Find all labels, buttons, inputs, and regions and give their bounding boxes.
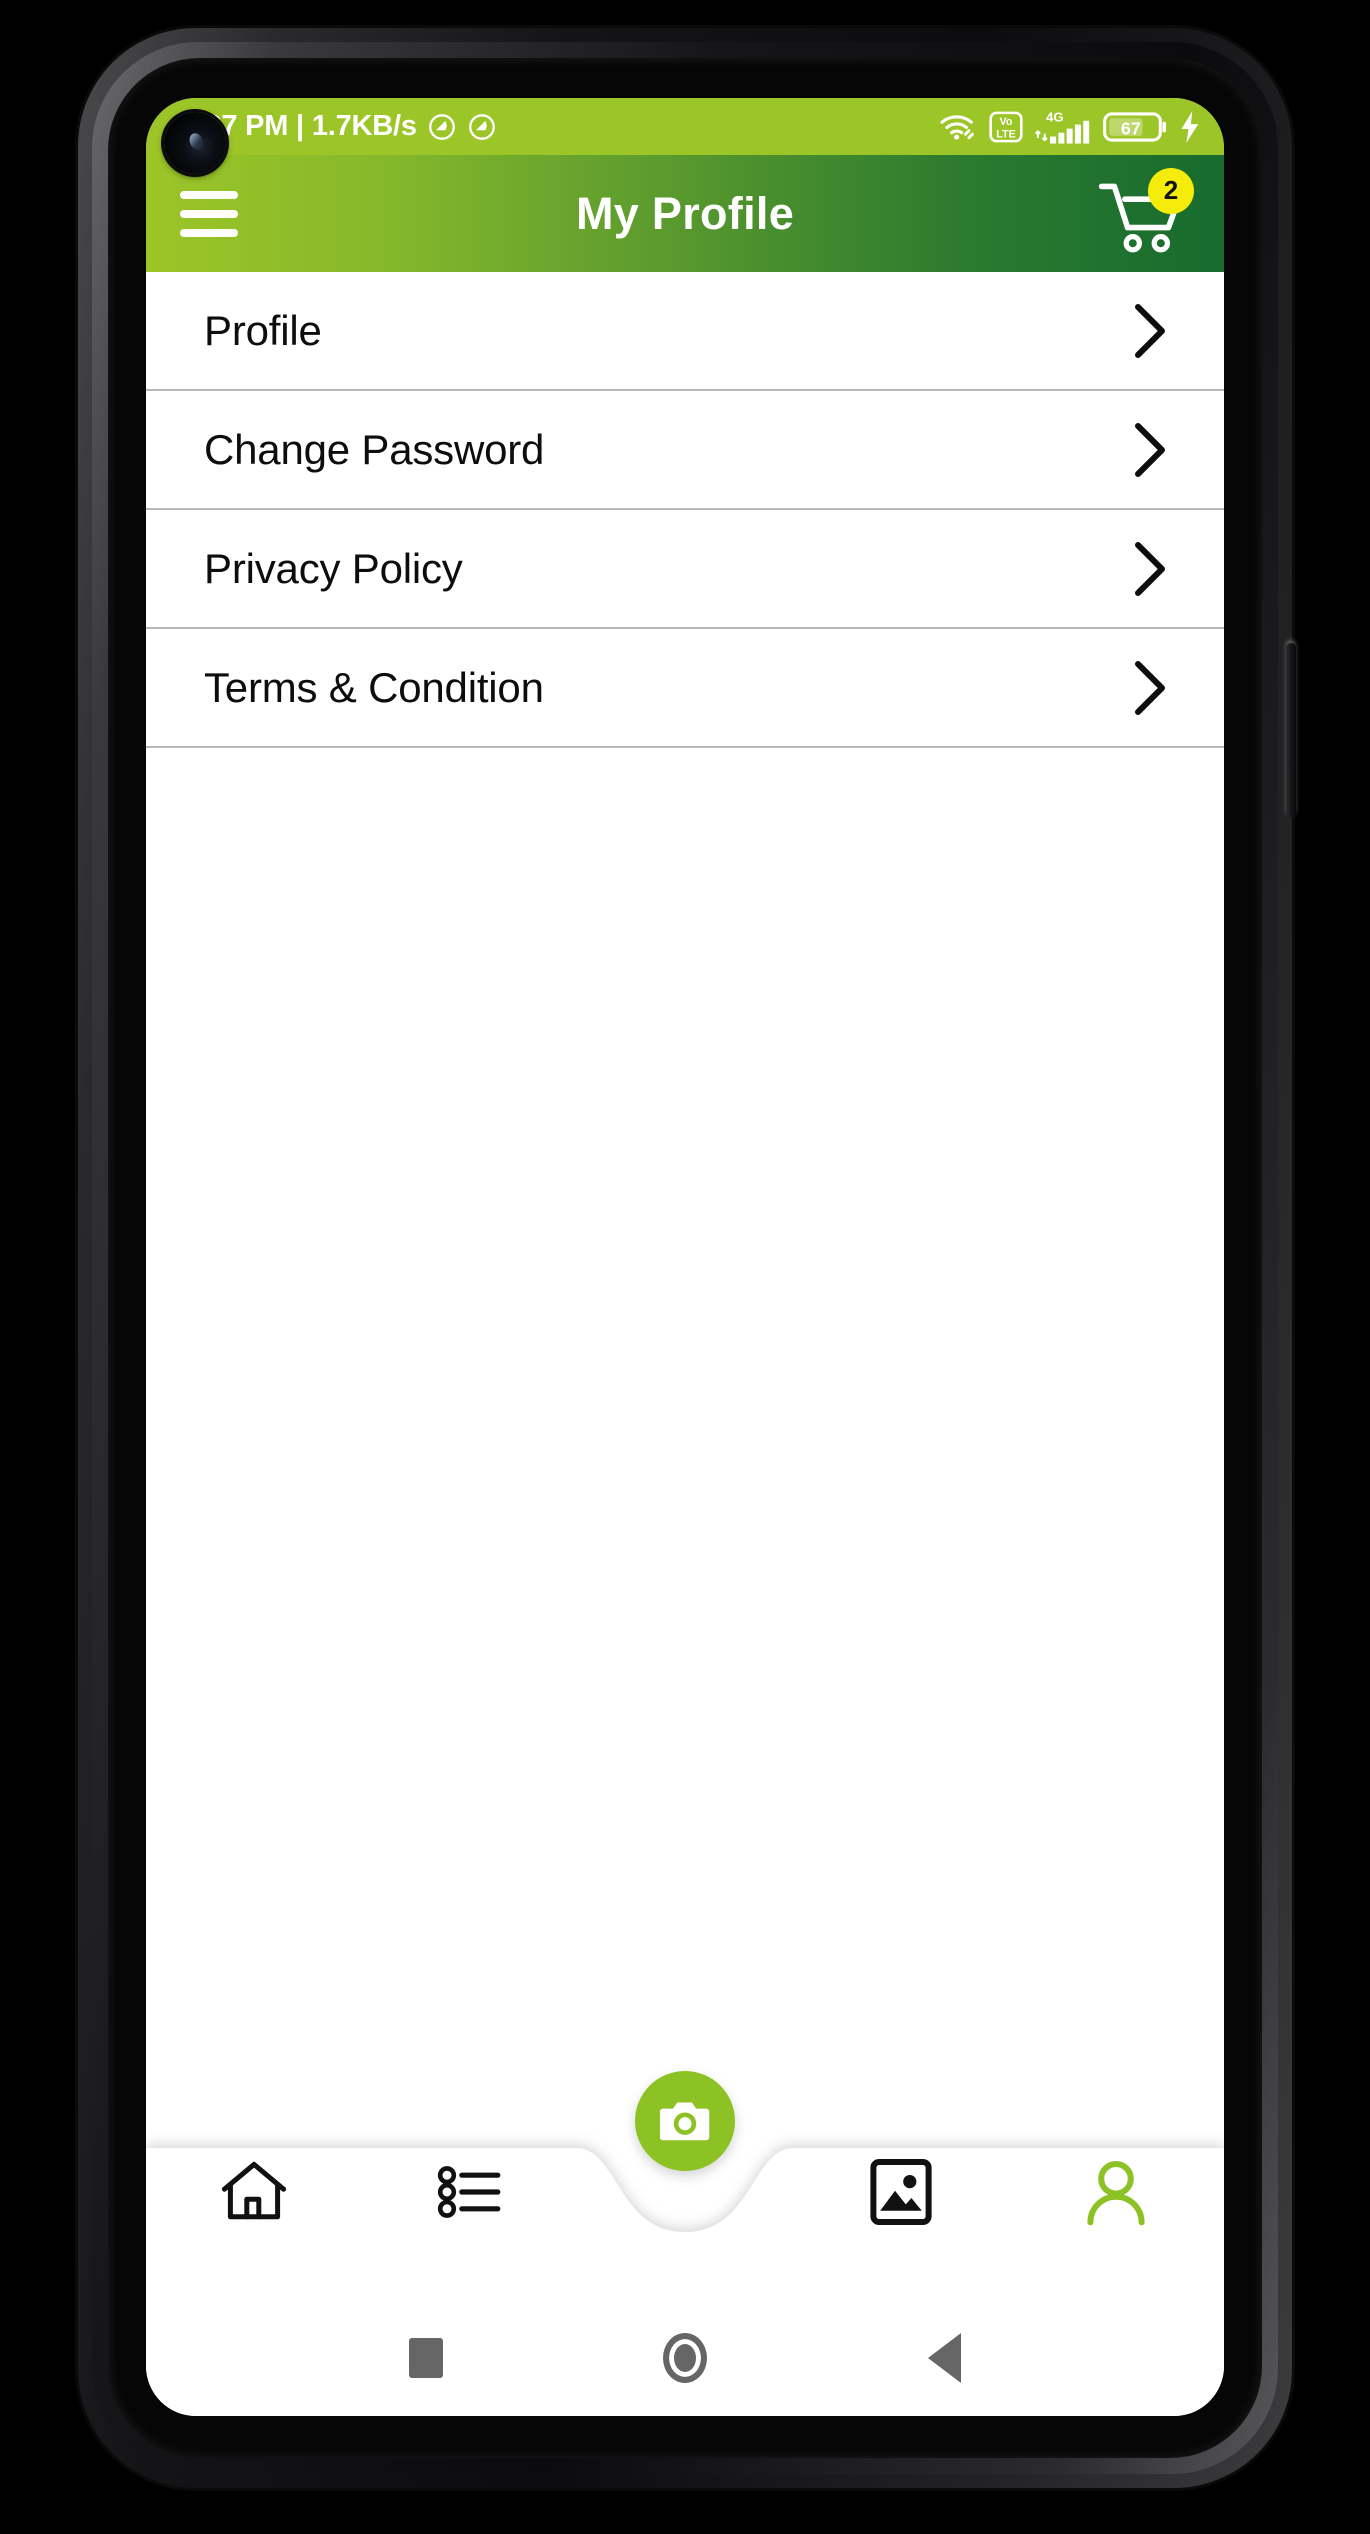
menu-item-label: Profile — [204, 306, 322, 354]
chevron-right-icon — [1135, 303, 1165, 358]
hamburger-bar — [180, 190, 238, 199]
bottom-navigation-bar — [146, 2057, 1224, 2300]
camera-fab-button[interactable] — [635, 2071, 735, 2171]
menu-item-privacy-policy[interactable]: Privacy Policy — [146, 510, 1224, 629]
home-icon — [221, 2161, 286, 2220]
nav-item-gallery[interactable] — [793, 2156, 1009, 2236]
cart-button[interactable]: 2 — [1098, 167, 1194, 256]
phone-screen: 7:27 PM | 1.7KB/s Vo LTE 4G 67 My Profil… — [146, 98, 1224, 2416]
wifi-icon — [940, 114, 974, 140]
phone-stage: 7:27 PM | 1.7KB/s Vo LTE 4G 67 My Profil… — [0, 0, 1370, 2534]
app-bar: My Profile 2 — [146, 155, 1224, 272]
person-profile-icon — [1087, 2160, 1145, 2226]
hamburger-bar — [180, 228, 238, 237]
menu-item-change-password[interactable]: Change Password — [146, 391, 1224, 510]
circle-home-icon — [662, 2333, 707, 2383]
volte-top-text: Vo — [1000, 116, 1013, 128]
hamburger-bar — [180, 209, 238, 218]
do-not-disturb-icon — [428, 113, 455, 140]
menu-item-terms-and-condition[interactable]: Terms & Condition — [146, 629, 1224, 748]
menu-item-label: Change Password — [204, 425, 545, 473]
network-type-text: 4G — [1046, 109, 1063, 124]
status-bar-left: 7:27 PM | 1.7KB/s — [180, 110, 938, 143]
profile-menu-list: Profile Change Password Privacy Policy T… — [146, 272, 1224, 2057]
menu-item-label: Privacy Policy — [204, 544, 463, 592]
volte-bottom-text: LTE — [996, 128, 1015, 140]
status-bar: 7:27 PM | 1.7KB/s Vo LTE 4G 67 — [146, 98, 1224, 174]
list-icon — [438, 2166, 501, 2218]
status-bar-right: Vo LTE 4G 67 — [938, 108, 1202, 146]
power-button[interactable] — [1286, 643, 1296, 818]
menu-item-label: Terms & Condition — [204, 663, 544, 711]
android-recents-button[interactable] — [390, 2322, 462, 2394]
punch-hole-camera-icon — [164, 112, 226, 174]
android-back-button[interactable] — [908, 2322, 980, 2394]
volte-icon: Vo LTE — [989, 111, 1023, 142]
chevron-right-icon — [1135, 422, 1165, 477]
page-title: My Profile — [575, 187, 795, 239]
nav-item-home[interactable] — [146, 2156, 362, 2236]
hamburger-menu-icon[interactable] — [180, 190, 238, 237]
gallery-image-icon — [869, 2159, 932, 2225]
menu-item-profile[interactable]: Profile — [146, 272, 1224, 391]
chevron-right-icon — [1135, 660, 1165, 715]
do-not-disturb-icon — [468, 113, 495, 140]
cart-badge: 2 — [1148, 167, 1194, 214]
camera-icon — [659, 2102, 710, 2141]
signal-bars-icon: 4G — [1034, 109, 1090, 144]
battery-level-text: 67 — [1121, 118, 1141, 138]
nav-item-list[interactable] — [362, 2156, 578, 2236]
nav-item-profile[interactable] — [1008, 2156, 1224, 2236]
battery-icon: 67 — [1103, 111, 1167, 142]
chevron-right-icon — [1135, 541, 1165, 596]
android-home-button[interactable] — [649, 2322, 721, 2394]
charging-bolt-icon — [1181, 110, 1199, 143]
square-recents-icon — [408, 2338, 443, 2378]
android-system-nav — [146, 2300, 1224, 2416]
triangle-back-icon — [927, 2333, 961, 2383]
